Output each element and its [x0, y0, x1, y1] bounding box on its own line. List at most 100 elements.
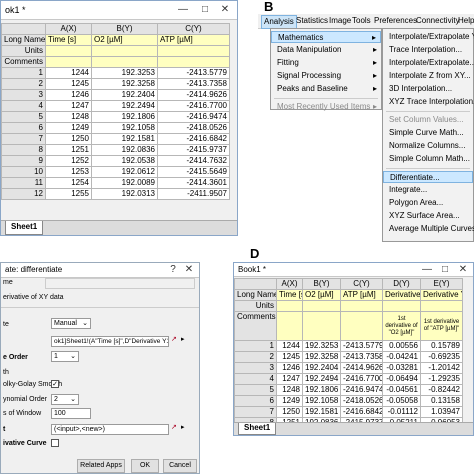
menu-item[interactable]: Differentiate... [383, 171, 473, 183]
data-cell[interactable]: 0.13158 [420, 395, 463, 407]
menu-item[interactable]: 3D Interpolation... [383, 83, 473, 95]
data-cell[interactable]: -2414.9626 [340, 362, 383, 374]
data-cell[interactable]: 192.0538 [91, 155, 158, 167]
table-row[interactable]: 1 1244 192.3253 -2413.5779 0.00556 0.15789 [234, 340, 463, 352]
row-header[interactable]: 10 [1, 166, 46, 178]
data-cell[interactable]: -0.01112 [382, 406, 421, 418]
column-header[interactable]: A(X) [45, 23, 92, 35]
comments-cell[interactable] [45, 56, 92, 68]
long-name-cell[interactable]: O2 [µM] [91, 34, 158, 46]
recalculate-select[interactable]: Manual ⌄ [51, 318, 91, 329]
data-cell[interactable]: -0.04241 [382, 351, 421, 363]
data-cell[interactable]: -0.05058 [382, 395, 421, 407]
corner-cell[interactable] [234, 278, 277, 290]
close-icon[interactable]: ✕ [179, 263, 199, 277]
long-name-cell[interactable]: ATP [µM] [157, 34, 230, 46]
data-cell[interactable]: 192.2404 [302, 362, 341, 374]
units-cell[interactable] [340, 300, 383, 312]
data-cell[interactable]: -2415.9737 [157, 144, 230, 156]
row-header[interactable]: 3 [1, 89, 46, 101]
range-menu-icon[interactable]: ▸ [181, 423, 185, 431]
data-cell[interactable]: 1244 [45, 67, 92, 79]
data-cell[interactable]: 192.1806 [91, 111, 158, 123]
table-row[interactable]: 6 1249 192.1058 -2418.0526 [1, 122, 230, 134]
menu-analysis[interactable]: Analysis [261, 15, 297, 29]
menu-statistics[interactable]: Statistics [294, 15, 330, 27]
table-row[interactable]: 3 1246 192.2404 -2414.9626 [1, 89, 230, 101]
column-header[interactable]: D(Y) [382, 278, 421, 290]
table-row[interactable]: 6 1249 192.1058 -2418.0526 -0.05058 0.13158 [234, 395, 463, 407]
data-cell[interactable]: 1254 [45, 177, 92, 189]
minimize-icon[interactable]: — [173, 3, 193, 17]
long-name-cell[interactable]: O2 [µM] [302, 289, 341, 301]
column-header[interactable]: C(Y) [157, 23, 230, 35]
worksheet-grid-a[interactable]: A(X) B(Y) C(Y) Long Name Time [s] O2 [µM… [1, 23, 230, 200]
data-cell[interactable]: -2418.0526 [340, 395, 383, 407]
cancel-button[interactable]: Cancel [163, 459, 197, 473]
data-cell[interactable]: 192.2494 [91, 100, 158, 112]
data-cell[interactable]: 1246 [276, 362, 303, 374]
data-cell[interactable]: 0.00556 [382, 340, 421, 352]
row-header[interactable]: 6 [1, 122, 46, 134]
data-cell[interactable]: 1247 [276, 373, 303, 385]
table-row[interactable]: 11 1254 192.0089 -2414.3601 [1, 177, 230, 189]
table-row[interactable]: 1 1244 192.3253 -2413.5779 [1, 67, 230, 79]
data-cell[interactable]: 1245 [276, 351, 303, 363]
menu-item[interactable]: Integrate... [383, 184, 473, 196]
data-cell[interactable]: 1250 [276, 406, 303, 418]
related-apps-button[interactable]: Related Apps [77, 459, 125, 473]
menu-item[interactable]: Mathematics ▸ [271, 31, 381, 43]
data-cell[interactable]: 192.3258 [302, 351, 341, 363]
data-cell[interactable]: -2413.5779 [340, 340, 383, 352]
table-row[interactable]: 2 1245 192.3258 -2413.7358 [1, 78, 230, 90]
comments-cell[interactable] [157, 56, 230, 68]
data-cell[interactable]: 192.3258 [91, 78, 158, 90]
data-cell[interactable]: 192.2404 [91, 89, 158, 101]
data-cell[interactable]: 0.15789 [420, 340, 463, 352]
data-cell[interactable]: 192.1058 [91, 122, 158, 134]
comments-cell[interactable]: 1st derivative of "ATP [µM]" [420, 311, 463, 341]
ok-button[interactable]: OK [131, 459, 159, 473]
row-header[interactable]: 1 [234, 340, 277, 352]
data-cell[interactable]: 192.0612 [91, 166, 158, 178]
units-cell[interactable] [45, 45, 92, 57]
sheet-tab[interactable]: Sheet1 [238, 423, 277, 435]
table-row[interactable]: 4 1247 192.2494 -2416.7700 [1, 100, 230, 112]
menu-connectivity[interactable]: Connectivity [414, 15, 462, 27]
table-row[interactable]: 4 1247 192.2494 -2416.7700 -0.06494 -1.29235 [234, 373, 463, 385]
data-cell[interactable]: -1.20142 [420, 362, 463, 374]
long-name-cell[interactable]: Derivative Y [420, 289, 463, 301]
menu-item[interactable]: Interpolate/Extrapolate... [383, 57, 474, 69]
range-picker-icon[interactable]: ↗ [171, 423, 177, 431]
row-header[interactable]: 2 [234, 351, 277, 363]
data-cell[interactable]: 1252 [45, 155, 92, 167]
data-cell[interactable]: -2416.9474 [340, 384, 383, 396]
dialog-name-field[interactable] [45, 278, 195, 289]
table-row[interactable]: 5 1248 192.1806 -2416.9474 -0.04561 -0.82442 [234, 384, 463, 396]
menu-item[interactable]: Trace Interpolation... [383, 44, 473, 56]
data-cell[interactable]: -2414.9626 [157, 89, 230, 101]
row-header[interactable]: 5 [234, 384, 277, 396]
data-cell[interactable]: -1.29235 [420, 373, 463, 385]
worksheet-grid-d[interactable]: A(X) B(Y) C(Y) D(Y) E(Y) Long Name Time … [234, 278, 463, 435]
data-cell[interactable]: 192.2494 [302, 373, 341, 385]
table-row[interactable]: 9 1252 192.0538 -2414.7632 [1, 155, 230, 167]
data-cell[interactable]: -0.82442 [420, 384, 463, 396]
menu-item[interactable]: Interpolate/Extrapolate Y from X [383, 31, 474, 43]
data-cell[interactable]: 192.1581 [91, 133, 158, 145]
row-header[interactable]: 8 [1, 144, 46, 156]
menu-help[interactable]: Help [456, 15, 474, 27]
data-cell[interactable]: -0.03281 [382, 362, 421, 374]
menu-item[interactable]: Set Column Values... [383, 114, 473, 126]
table-row[interactable]: 5 1248 192.1806 -2416.9474 [1, 111, 230, 123]
menu-item[interactable]: Most Recently Used Items ▸ [271, 101, 381, 113]
data-cell[interactable]: -2416.7700 [157, 100, 230, 112]
row-header[interactable]: 2 [1, 78, 46, 90]
table-row[interactable]: 8 1251 192.0836 -2415.9737 [1, 144, 230, 156]
row-header[interactable]: 5 [1, 111, 46, 123]
row-header[interactable]: 4 [1, 100, 46, 112]
data-cell[interactable]: 1253 [45, 166, 92, 178]
long-name-cell[interactable]: ATP [µM] [340, 289, 383, 301]
range-menu-icon[interactable]: ▸ [181, 335, 185, 343]
data-cell[interactable]: 1248 [45, 111, 92, 123]
